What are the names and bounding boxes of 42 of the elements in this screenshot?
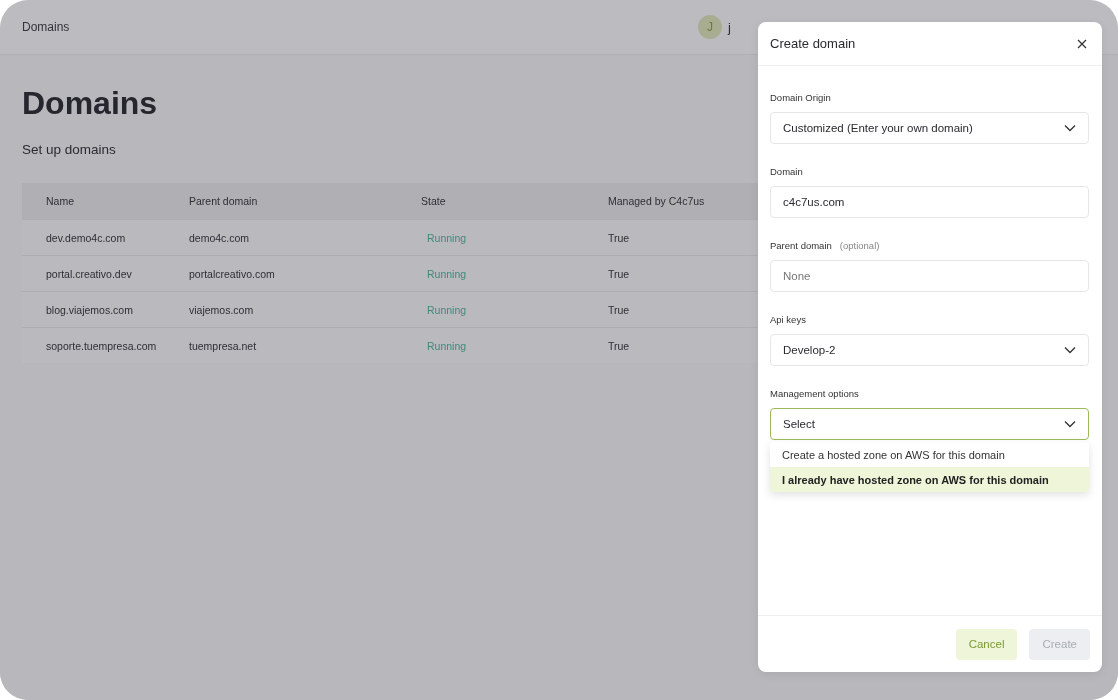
state-text: Running <box>426 267 467 280</box>
parent-domain: portalcreativo.com <box>189 267 275 280</box>
domain-name: dev.demo4c.com <box>46 231 126 244</box>
dialog-title: Create domain <box>770 36 856 51</box>
text-field[interactable]: c4c7us.com <box>770 186 1089 218</box>
close-icon <box>1077 38 1087 49</box>
chevron-down-icon <box>1064 346 1076 354</box>
domain-name: portal.creativo.dev <box>46 267 132 280</box>
page-subtitle: Set up domains <box>22 142 116 157</box>
managed-value: True <box>608 231 630 244</box>
parent-domain: tuempresa.net <box>189 339 257 352</box>
domain-name: soporte.tuempresa.com <box>46 339 157 352</box>
managed-value: True <box>608 267 630 280</box>
chevron-down-icon <box>1064 420 1076 428</box>
breadcrumb[interactable]: Domains <box>22 20 70 34</box>
dropdown-option[interactable]: I already have hosted zone on AWS for this domain <box>770 467 1089 492</box>
text-field[interactable]: None <box>770 260 1089 292</box>
column-header: Managed by C4c7us <box>608 195 705 207</box>
state-text: Running <box>426 231 467 244</box>
state-text: Running <box>426 339 467 352</box>
state-text: Running <box>426 303 467 316</box>
select-field[interactable]: Develop-2 <box>770 334 1089 366</box>
field-hint: (optional) <box>839 240 880 251</box>
field-label: Domain <box>770 166 803 177</box>
domain-name: blog.viajemos.com <box>46 303 133 316</box>
column-header: Parent domain <box>189 195 258 207</box>
column-header: Name <box>46 195 74 207</box>
managed-value: True <box>608 303 630 316</box>
dropdown-option[interactable]: Create a hosted zone on AWS for this domain <box>770 442 1089 467</box>
page-title: Domains <box>22 85 158 122</box>
parent-domain: viajemos.com <box>189 303 254 316</box>
managed-value: True <box>608 339 630 352</box>
parent-domain: demo4c.com <box>189 231 250 244</box>
chevron-down-icon <box>1064 124 1076 132</box>
field-label: Parent domain <box>770 240 832 251</box>
field-label: Api keys <box>770 314 806 325</box>
column-header: State <box>421 195 446 207</box>
user-name: j <box>728 19 731 35</box>
field-label: Domain Origin <box>770 92 831 103</box>
select-field[interactable]: Select <box>770 408 1089 440</box>
select-field[interactable]: Customized (Enter your own domain) <box>770 112 1089 144</box>
field-label: Management options <box>770 388 859 399</box>
